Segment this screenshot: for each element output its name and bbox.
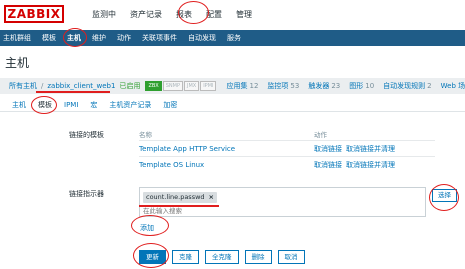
count-applications: 12 <box>249 82 259 90</box>
unlink-link[interactable]: 取消链接 <box>314 145 342 153</box>
sub-nav: 主机群组 模板 主机 维护 动作 关联项事件 自动发现 服务 <box>0 30 465 46</box>
sub-nav-correlation[interactable]: 关联项事件 <box>142 33 177 43</box>
unlink-clear-link[interactable]: 取消链接并清理 <box>346 145 395 153</box>
update-button[interactable]: 更新 <box>139 250 166 264</box>
zabbix-logo[interactable]: ZABBIX <box>4 5 64 23</box>
form-buttons: 更新 克隆 全克隆 删除 取消 <box>139 250 305 264</box>
unlink-clear-link[interactable]: 取消链接并清理 <box>346 161 395 169</box>
sub-nav-discovery[interactable]: 自动发现 <box>188 33 216 43</box>
top-nav: 监测中 资产记录 报表 配置 管理 <box>92 9 252 20</box>
select-button[interactable]: 选择 <box>432 189 457 202</box>
sub-nav-maintenance[interactable]: 维护 <box>92 33 106 43</box>
template-name-link[interactable]: Template App HTTP Service <box>139 145 314 153</box>
form-tabs: 主机 模板 IPMI 宏 主机资产记录 加密 <box>0 98 465 112</box>
template-multiselect[interactable]: count.line.passwd × <box>139 187 426 217</box>
top-nav-monitoring[interactable]: 监测中 <box>92 9 116 20</box>
sub-nav-actions[interactable]: 动作 <box>117 33 131 43</box>
top-nav-inventory[interactable]: 资产记录 <box>130 9 162 20</box>
sub-nav-services[interactable]: 服务 <box>227 33 241 43</box>
selected-template-chip: count.line.passwd × <box>143 192 217 203</box>
count-triggers: 23 <box>331 82 341 90</box>
tab-encryption[interactable]: 加密 <box>163 100 177 110</box>
sub-nav-hosts[interactable]: 主机 <box>67 33 81 43</box>
breadcrumb-triggers[interactable]: 触发器 <box>308 81 329 91</box>
breadcrumb-separator: / <box>41 82 44 90</box>
breadcrumb-web-scenarios[interactable]: Web 场景 <box>441 81 465 91</box>
template-name-link[interactable]: Template OS Linux <box>139 161 314 169</box>
breadcrumb-discovery-rules[interactable]: 自动发现规则 <box>383 81 425 91</box>
breadcrumb-applications[interactable]: 应用集 <box>226 81 247 91</box>
chip-label: count.line.passwd <box>146 193 205 201</box>
top-bar: ZABBIX 监测中 资产记录 报表 配置 管理 <box>0 0 465 28</box>
top-nav-configuration[interactable]: 配置 <box>206 9 222 20</box>
availability-zbx: ZBX <box>145 81 162 91</box>
breadcrumb-all-hosts[interactable]: 所有主机 <box>9 81 37 91</box>
sub-nav-host-groups[interactable]: 主机群组 <box>3 33 31 43</box>
host-status[interactable]: 已启用 <box>119 81 140 91</box>
tab-macros[interactable]: 宏 <box>90 100 97 110</box>
sub-nav-templates[interactable]: 模板 <box>42 33 56 43</box>
link-indicator-label: 链接指示器 <box>69 190 104 198</box>
tab-templates[interactable]: 模板 <box>38 100 52 110</box>
count-graphs: 10 <box>365 82 375 90</box>
chip-remove-icon[interactable]: × <box>209 193 214 201</box>
breadcrumb: 所有主机 / zabbix_client_web1 已启用 ZBX SNMP J… <box>0 78 465 94</box>
linked-templates-label: 链接的模板 <box>69 131 104 139</box>
count-items: 53 <box>290 82 300 90</box>
page-title: 主机 <box>5 56 30 70</box>
templates-form: 链接的模板 名称 动作 Template App HTTP Service 取消… <box>0 113 465 269</box>
count-discovery-rules: 2 <box>427 82 432 90</box>
tab-inventory[interactable]: 主机资产记录 <box>109 100 151 110</box>
availability-ipmi: IPMI <box>200 81 217 91</box>
tab-host[interactable]: 主机 <box>12 100 26 110</box>
full-clone-button[interactable]: 全克隆 <box>205 250 239 264</box>
template-search-input[interactable] <box>143 206 343 216</box>
breadcrumb-items[interactable]: 监控项 <box>267 81 288 91</box>
col-action: 动作 <box>314 131 327 139</box>
tab-ipmi[interactable]: IPMI <box>64 101 78 109</box>
table-row: Template OS Linux 取消链接 取消链接并清理 <box>139 156 435 172</box>
breadcrumb-graphs[interactable]: 图形 <box>349 81 363 91</box>
delete-button[interactable]: 删除 <box>244 250 272 264</box>
top-nav-administration[interactable]: 管理 <box>236 9 252 20</box>
unlink-link[interactable]: 取消链接 <box>314 161 342 169</box>
breadcrumb-host[interactable]: zabbix_client_web1 <box>47 82 115 90</box>
clone-button[interactable]: 克隆 <box>172 250 199 264</box>
availability-jmx: JMX <box>183 81 200 91</box>
col-name: 名称 <box>139 131 152 139</box>
table-header: 名称 动作 <box>139 128 435 140</box>
availability-snmp: SNMP <box>162 81 183 91</box>
linked-templates-table: 名称 动作 Template App HTTP Service 取消链接 取消链接… <box>139 128 435 172</box>
add-link[interactable]: 添加 <box>140 223 154 233</box>
table-row: Template App HTTP Service 取消链接 取消链接并清理 <box>139 140 435 156</box>
top-nav-reports[interactable]: 报表 <box>176 9 192 20</box>
cancel-button[interactable]: 取消 <box>277 250 305 264</box>
